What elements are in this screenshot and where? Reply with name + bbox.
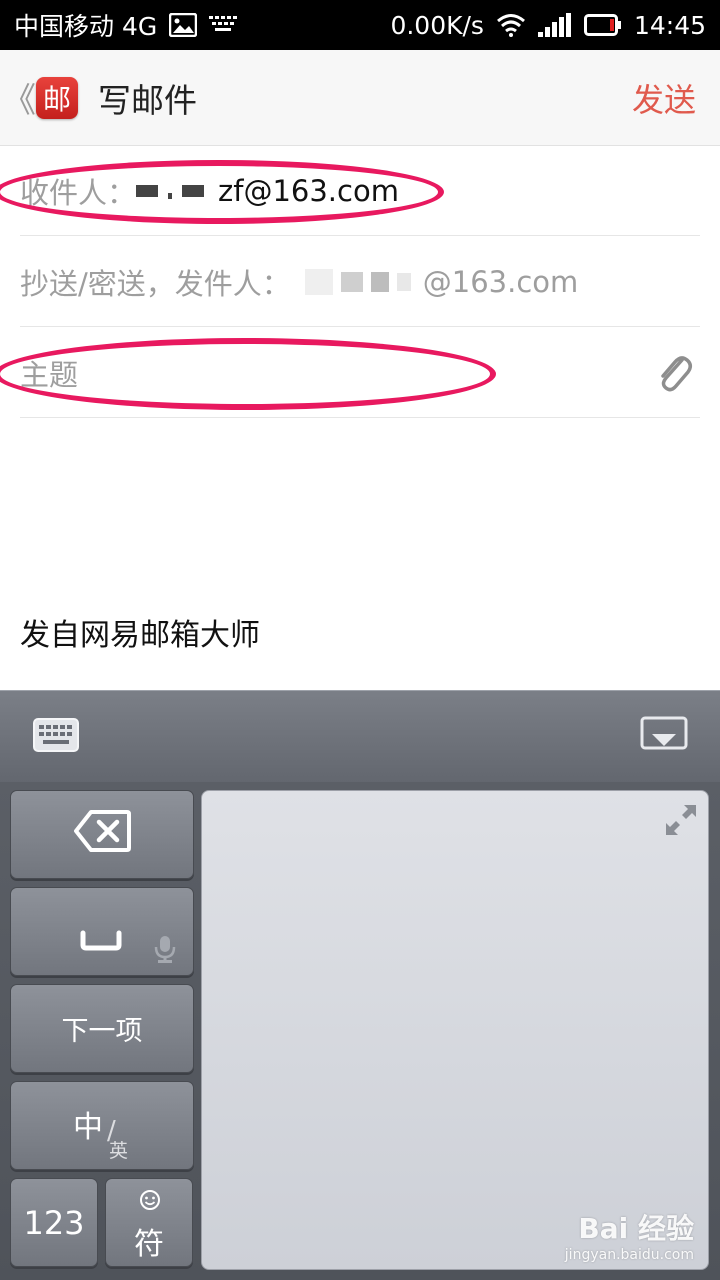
image-notification-icon <box>169 13 198 37</box>
carrier-label: 中国移动 4G <box>14 12 158 41</box>
emoji-icon <box>139 1187 161 1218</box>
redacted-block <box>396 272 411 291</box>
keyboard-toolbar <box>0 690 720 782</box>
recipient-label: 收件人： <box>20 175 137 210</box>
redacted-block <box>340 271 363 292</box>
watermark-main: Bai 经验 <box>578 1212 694 1245</box>
space-key[interactable] <box>10 887 194 976</box>
mail-app-logo: 邮 <box>36 76 78 119</box>
redacted-block <box>182 184 205 197</box>
app-bar: 《 邮 写邮件 发送 <box>0 50 720 146</box>
status-bar: 中国移动 4G 0.00K/s 14:45 <box>0 0 720 50</box>
numeric-label: 123 <box>23 1203 85 1242</box>
subject-field[interactable]: 主题 <box>20 328 700 418</box>
clock-label: 14:45 <box>633 10 706 40</box>
attachment-icon[interactable] <box>654 350 694 401</box>
signature-text: 发自网易邮箱大师 <box>20 618 260 653</box>
network-speed-label: 0.00K/s <box>390 10 484 40</box>
subject-input[interactable]: 主题 <box>20 352 78 394</box>
symbol-key[interactable]: 符 <box>105 1178 193 1267</box>
next-field-label: 下一项 <box>61 1016 143 1047</box>
sender-value: @163.com <box>422 264 579 299</box>
signal-icon <box>537 13 572 37</box>
symbol-label: 符 <box>134 1227 164 1262</box>
cc-bcc-sender-field[interactable]: 抄送/密送，发件人： @163.com <box>20 237 700 327</box>
expand-icon[interactable] <box>664 803 698 841</box>
back-chevron-icon: 《 <box>2 81 36 121</box>
keyboard-panel: 下一项 中 / 英 123 符 Bai 经验 jingyan.baidu.com <box>0 782 720 1280</box>
watermark-sub: jingyan.baidu.com <box>564 1247 694 1263</box>
lang-sub-label: 英 <box>109 1140 129 1162</box>
compose-screen: 中国移动 4G 0.00K/s 14:45 《 邮 写邮件 发送 收件人： zf… <box>0 0 720 1280</box>
space-icon <box>79 928 123 959</box>
numeric-key[interactable]: 123 <box>10 1178 98 1267</box>
hide-keyboard-icon[interactable] <box>640 716 688 758</box>
backspace-icon <box>73 809 131 860</box>
handwriting-pad[interactable]: Bai 经验 jingyan.baidu.com <box>201 790 709 1270</box>
redacted-block <box>136 184 159 197</box>
back-button[interactable]: 《 <box>2 50 36 146</box>
cc-label: 抄送/密送，发件人： <box>20 266 291 301</box>
microphone-icon <box>153 934 177 971</box>
mail-body[interactable] <box>0 419 720 609</box>
backspace-key[interactable] <box>10 790 194 879</box>
send-button[interactable]: 发送 <box>632 75 696 121</box>
recipient-value: zf@163.com <box>218 173 399 208</box>
redacted-block <box>304 268 333 295</box>
wifi-icon <box>496 13 526 37</box>
language-toggle-key[interactable]: 中 / 英 <box>10 1081 194 1170</box>
lang-main-label: 中 <box>73 1110 103 1145</box>
keyboard-notification-icon <box>209 16 239 34</box>
battery-icon <box>583 14 622 36</box>
page-title: 写邮件 <box>98 80 197 120</box>
redacted-block <box>168 192 173 199</box>
logo-char: 邮 <box>42 82 71 116</box>
redacted-block <box>370 271 389 292</box>
next-field-key[interactable]: 下一项 <box>10 984 194 1073</box>
baidu-watermark: Bai 经验 jingyan.baidu.com <box>565 1207 694 1263</box>
recipient-field[interactable]: 收件人： zf@163.com <box>20 146 700 236</box>
keyboard-switch-icon[interactable] <box>32 717 80 757</box>
